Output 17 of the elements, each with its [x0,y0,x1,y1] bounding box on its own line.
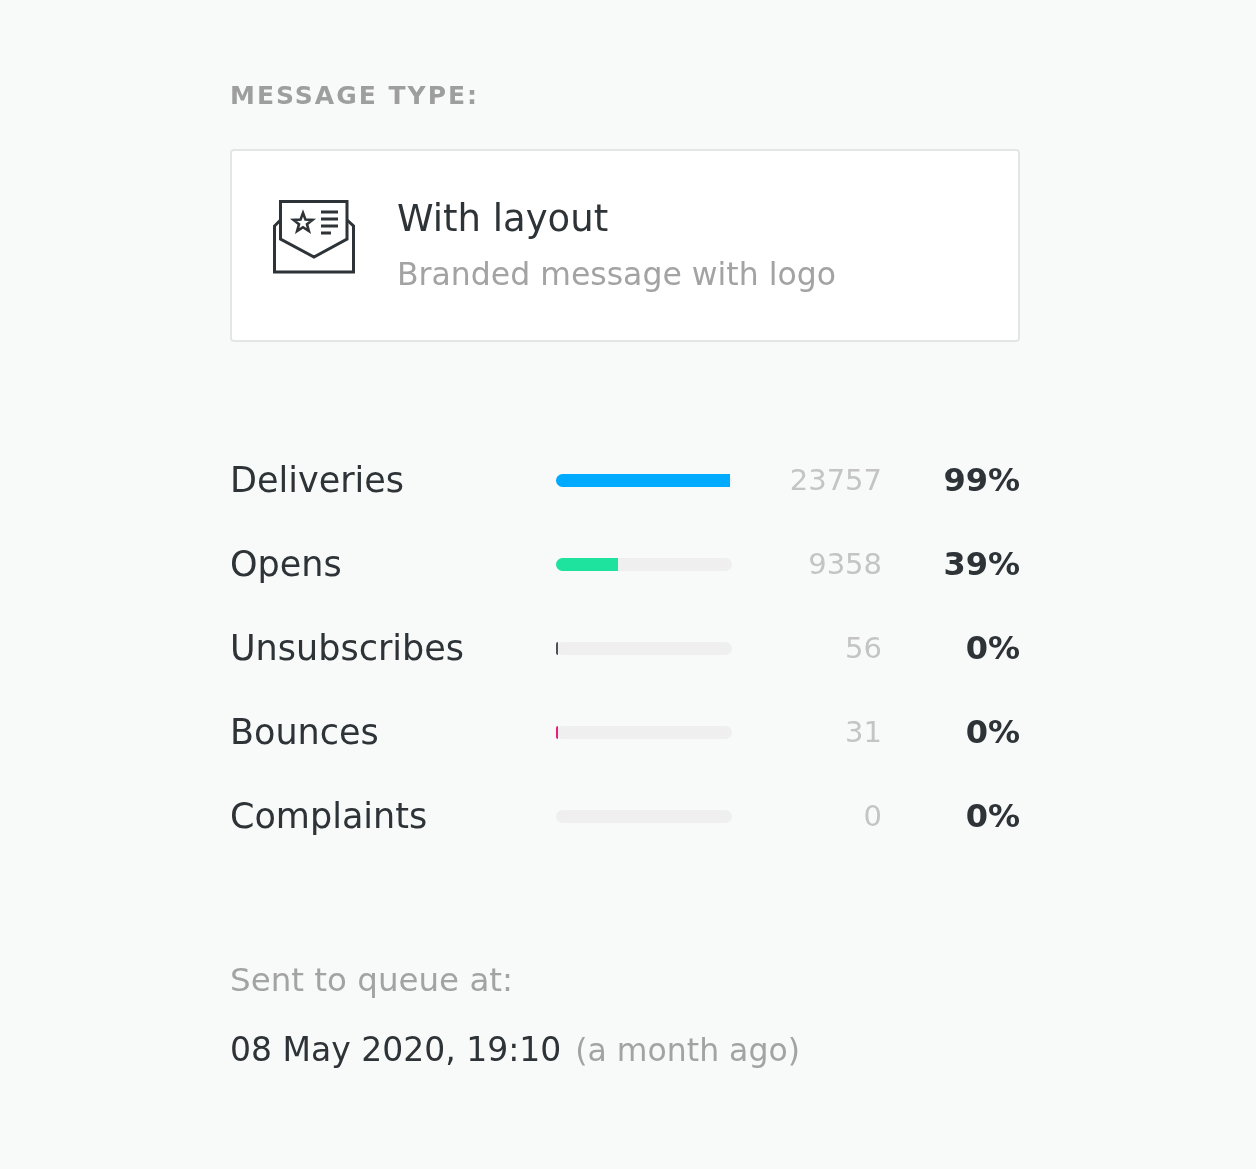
stat-label: Complaints [230,795,428,838]
stat-percent: 0% [965,628,1020,668]
queue-label: Sent to queue at: [230,960,513,1000]
stat-label: Opens [230,543,342,586]
card-subtitle: Branded message with logo [397,255,836,294]
queue-date: 08 May 2020, 19:10 [230,1029,562,1071]
stat-percent: 99% [943,460,1020,500]
relative-time: (a month ago) [575,1031,800,1070]
stat-label: Bounces [230,711,379,754]
stat-percent: 0% [965,712,1020,752]
stat-percent: 39% [943,544,1020,584]
section-heading: MESSAGE TYPE: [230,81,480,111]
stat-percent: 0% [965,796,1020,836]
stat-label: Unsubscribes [230,627,464,670]
envelope-icon [273,199,355,274]
stat-label: Deliveries [230,459,405,502]
card-title: With layout [397,197,609,241]
